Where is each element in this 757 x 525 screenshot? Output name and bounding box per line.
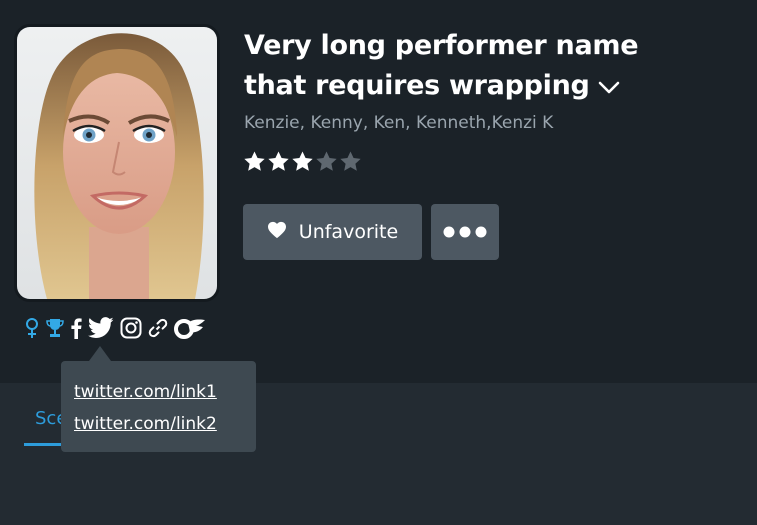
performer-name-text: Very long performer name that requires w… <box>244 30 639 101</box>
trophy-icon[interactable] <box>46 317 64 339</box>
twitter-link-2[interactable]: twitter.com/link2 <box>74 408 243 440</box>
tooltip-arrow <box>89 346 111 361</box>
twitter-links-tooltip: twitter.com/link1 twitter.com/link2 <box>61 361 256 452</box>
star-empty-icon[interactable] <box>339 150 362 173</box>
twitter-link-1[interactable]: twitter.com/link1 <box>74 376 243 408</box>
star-filled-icon[interactable] <box>291 150 314 173</box>
female-icon <box>24 317 40 339</box>
rating-stars[interactable] <box>243 150 362 173</box>
unfavorite-label: Unfavorite <box>298 221 399 243</box>
star-empty-icon[interactable] <box>315 150 338 173</box>
more-options-button[interactable] <box>431 204 499 260</box>
heart-icon <box>267 221 287 244</box>
performer-image[interactable] <box>14 24 220 302</box>
performer-links <box>24 316 206 340</box>
ellipsis-icon <box>443 223 487 242</box>
star-filled-icon[interactable] <box>267 150 290 173</box>
onlyfans-icon[interactable] <box>174 317 206 339</box>
star-filled-icon[interactable] <box>243 150 266 173</box>
chevron-down-icon[interactable] <box>598 67 620 107</box>
unfavorite-button[interactable]: Unfavorite <box>243 204 422 260</box>
facebook-icon[interactable] <box>70 317 82 339</box>
instagram-icon[interactable] <box>120 317 142 339</box>
twitter-icon[interactable] <box>88 317 114 339</box>
performer-aliases: Kenzie, Kenny, Ken, Kenneth,Kenzi K <box>244 113 554 133</box>
performer-name: Very long performer name that requires w… <box>244 26 664 107</box>
link-icon[interactable] <box>148 318 168 338</box>
